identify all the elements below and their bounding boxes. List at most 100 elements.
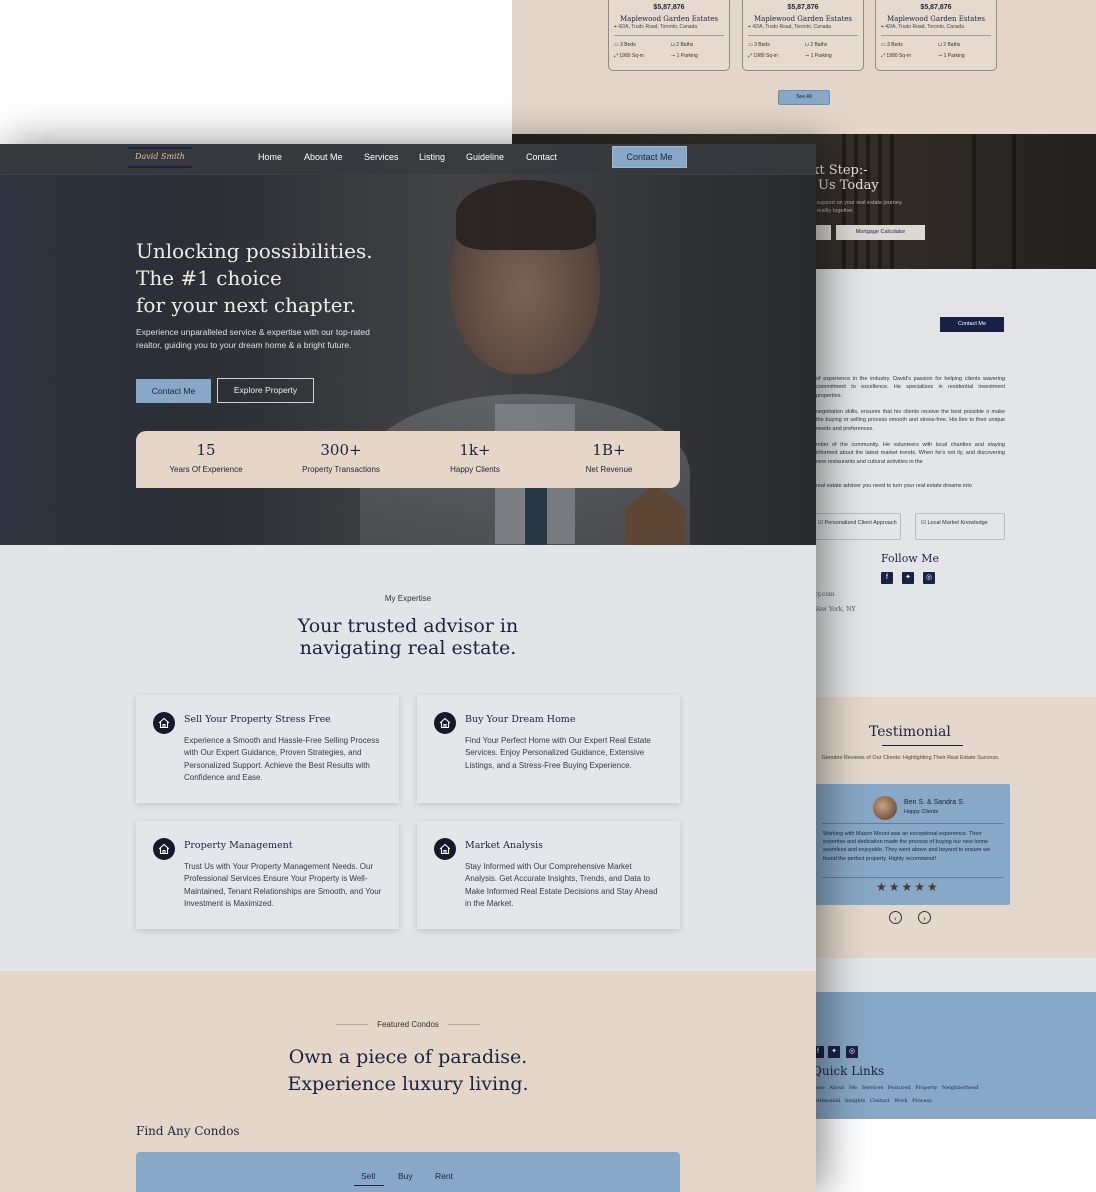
- navbar: David Smith Home About Me Services Listi…: [0, 144, 816, 175]
- cta-button[interactable]: [814, 225, 831, 240]
- card-title: Buy Your Dream Home: [465, 714, 576, 725]
- about-paragraph: real estate advisor you need to turn you…: [816, 483, 972, 489]
- facebook-icon[interactable]: f: [881, 572, 893, 584]
- nav-home[interactable]: Home: [258, 152, 282, 162]
- stat-value: 300+: [320, 441, 362, 459]
- reviewer-role: Happy Clients: [904, 809, 939, 815]
- feature-chip: ☑ Personalized Client Approach: [812, 513, 901, 540]
- next-arrow-button[interactable]: ›: [918, 911, 931, 924]
- contact-email[interactable]: lty.com: [813, 591, 835, 598]
- condo-search-tabs: Sell Buy Rent: [136, 1152, 680, 1192]
- card-description: Trust Us with Your Property Management N…: [184, 862, 382, 909]
- about-paragraph: mber of the community. He volunteers wit…: [816, 442, 1005, 465]
- instagram-icon[interactable]: ◎: [846, 1046, 858, 1058]
- hero-title: Unlocking possibilities. The #1 choice f…: [136, 239, 373, 317]
- twitter-icon[interactable]: ✦: [828, 1046, 840, 1058]
- home-icon: [153, 712, 175, 734]
- baths-feature: ⊔ 2 Baths: [671, 42, 694, 48]
- about-paragraph: negotiation skills, ensures that his cli…: [816, 409, 1005, 432]
- listing-price: $5,87,876: [920, 4, 952, 11]
- follow-me-heading: Follow Me: [881, 552, 939, 565]
- active-tab-indicator: [354, 1185, 384, 1186]
- nav-guideline[interactable]: Guideline: [466, 152, 504, 162]
- instagram-icon[interactable]: ◎: [923, 572, 935, 584]
- about-paragraph: of experience in the industry. David's p…: [816, 376, 1005, 399]
- tab-sell[interactable]: Sell: [361, 1171, 375, 1181]
- testimonial-title: Testimonial: [869, 724, 951, 740]
- divider: [822, 877, 1004, 878]
- beds-feature: ▭ 3 Beds: [881, 42, 903, 48]
- baths-feature: ⊔ 2 Baths: [805, 42, 828, 48]
- mortgage-calculator-button[interactable]: Mortgage Calculator: [836, 225, 925, 240]
- twitter-icon[interactable]: ✦: [902, 572, 914, 584]
- listing-address: ⌖ 42/A, Trudo Road, Toronto, Canada: [881, 24, 965, 30]
- stat-label: Net Revenue: [585, 465, 633, 474]
- section-title: Own a piece of paradise. Experience luxu…: [287, 1046, 529, 1095]
- divider: [748, 35, 858, 36]
- divider: [614, 35, 724, 36]
- cta-title: xt Step:- Us Today: [812, 163, 879, 193]
- listing-card[interactable]: $5,87,876 Maplewood Garden Estates ⌖ 42/…: [742, 0, 864, 71]
- beds-feature: ▭ 3 Beds: [614, 42, 636, 48]
- see-all-button[interactable]: See All: [778, 90, 830, 105]
- nav-listing[interactable]: Listing: [419, 152, 445, 162]
- area-feature: ⤢ 1980 Sq-m: [614, 53, 644, 59]
- footer-links-row[interactable]: estimonial Insights Contact Work Process: [814, 1098, 932, 1104]
- baths-feature: ⊔ 2 Baths: [938, 42, 961, 48]
- prev-arrow-button[interactable]: ‹: [889, 911, 902, 924]
- home-icon: [434, 838, 456, 860]
- card-description: Stay Informed with Our Comprehensive Mar…: [465, 862, 658, 909]
- area-feature: ⤢ 1980 Sq-m: [748, 53, 778, 59]
- avatar: [873, 796, 897, 820]
- card-title: Sell Your Property Stress Free: [184, 714, 331, 725]
- parking-feature: ⊸ 1 Parking: [938, 53, 965, 59]
- listing-price: $5,87,876: [787, 4, 819, 11]
- listing-card[interactable]: $5,87,876 Maplewood Garden Estates ⌖ 42/…: [608, 0, 730, 71]
- divider: [881, 35, 991, 36]
- listing-card[interactable]: $5,87,876 Maplewood Garden Estates ⌖ 42/…: [875, 0, 997, 71]
- hero-section: David Smith Home About Me Services Listi…: [0, 144, 816, 545]
- contact-me-button[interactable]: Contact Me: [136, 379, 211, 403]
- card-description: Find Your Perfect Home with Our Expert R…: [465, 736, 651, 770]
- listing-section: $5,87,876 Maplewood Garden Estates ⌖ 42/…: [512, 0, 1096, 134]
- logo[interactable]: David Smith: [128, 147, 192, 170]
- listing-address: ⌖ 42/A, Trudo Road, Toronto, Canada: [748, 24, 832, 30]
- parking-feature: ⊸ 1 Parking: [805, 53, 832, 59]
- explore-property-button[interactable]: Explore Property: [217, 378, 314, 403]
- stat-value: 1B+: [592, 441, 626, 459]
- testimonial-subtitle: Genuine Reviews of Our Clients: Highligh…: [821, 755, 1000, 761]
- section-eyebrow: My Expertise: [384, 594, 432, 603]
- contact-city: New York, NY: [813, 606, 856, 613]
- quick-links-heading: Quick Links: [812, 1064, 885, 1078]
- nav-contact-button[interactable]: Contact Me: [612, 146, 687, 168]
- nav-about-me[interactable]: About Me: [304, 152, 343, 162]
- footer-links-row[interactable]: ome About Me Services Featured Property …: [814, 1085, 978, 1091]
- service-card[interactable]: Property Management Trust Us with Your P…: [136, 821, 399, 929]
- hero-subtitle: Experience unparalleled service & expert…: [136, 327, 370, 350]
- nav-services[interactable]: Services: [364, 152, 399, 162]
- card-title: Property Management: [184, 840, 293, 851]
- find-condos-heading: Find Any Condos: [136, 1124, 240, 1138]
- listing-price: $5,87,876: [653, 4, 685, 11]
- beds-feature: ▭ 3 Beds: [748, 42, 770, 48]
- tab-buy[interactable]: Buy: [398, 1171, 413, 1181]
- listing-name: Maplewood Garden Estates: [886, 15, 986, 23]
- stats-bar: 15 Years Of Experience 300+ Property Tra…: [136, 431, 680, 488]
- title-underline: [882, 745, 963, 746]
- area-feature: ⤢ 1980 Sq-m: [881, 53, 911, 59]
- service-card[interactable]: Sell Your Property Stress Free Experienc…: [136, 695, 399, 803]
- stat-label: Happy Clients: [450, 465, 500, 474]
- about-contact-button[interactable]: Contact Me: [940, 317, 1004, 332]
- section-title: Your trusted advisor in navigating real …: [297, 615, 519, 659]
- divider: [822, 823, 1004, 824]
- service-card[interactable]: Market Analysis Stay Informed with Our C…: [417, 821, 680, 929]
- service-card[interactable]: Buy Your Dream Home Find Your Perfect Ho…: [417, 695, 680, 803]
- feature-chip: ☑ Local Market Knowledge: [915, 513, 1005, 540]
- tab-rent[interactable]: Rent: [435, 1171, 453, 1181]
- home-icon: [153, 838, 175, 860]
- card-title: Market Analysis: [465, 840, 543, 851]
- expertise-section: My Expertise Your trusted advisor in nav…: [0, 545, 816, 971]
- home-icon: [434, 712, 456, 734]
- nav-contact[interactable]: Contact: [526, 152, 557, 162]
- card-description: Experience a Smooth and Hassle-Free Sell…: [184, 736, 380, 783]
